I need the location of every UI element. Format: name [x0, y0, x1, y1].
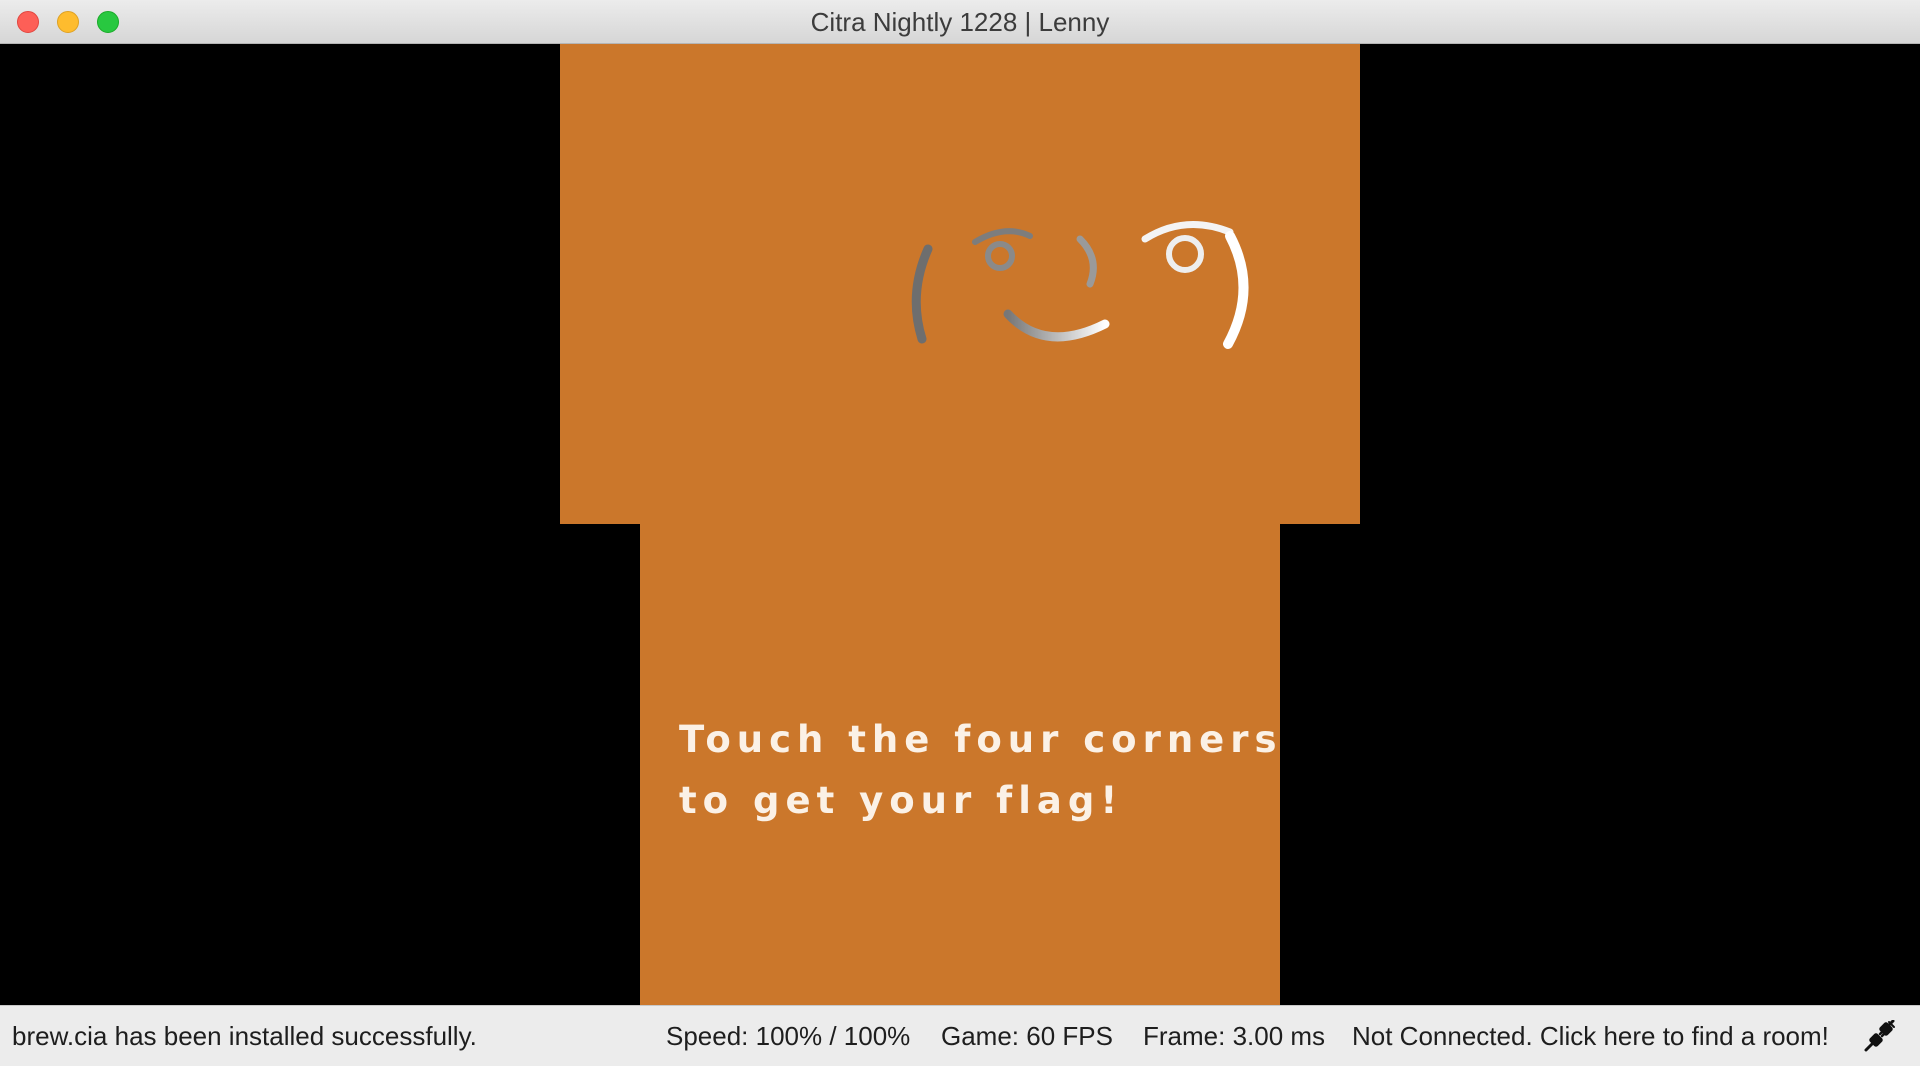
- touch-instructions: Touch the four corners to get your flag!: [679, 709, 1283, 831]
- frame-time: Frame: 3.00 ms: [1143, 1021, 1326, 1051]
- emulation-speed: Speed: 100% / 100%: [666, 1021, 911, 1051]
- lenny-face-image: [911, 220, 1249, 349]
- game-fps: Game: 60 FPS: [941, 1021, 1113, 1051]
- top-screen: [560, 44, 1360, 524]
- window-title: Citra Nightly 1228 | Lenny: [810, 7, 1110, 37]
- instruction-line-1: Touch the four corners: [679, 718, 1283, 761]
- lenny-face-graphic: [890, 214, 1270, 364]
- disconnected-plug-icon[interactable]: [1862, 1019, 1896, 1054]
- status-bar: brew.cia has been installed successfully…: [0, 1005, 1920, 1066]
- title-bar: Citra Nightly 1228 | Lenny: [0, 0, 1920, 44]
- instruction-line-2: to get your flag!: [679, 779, 1124, 822]
- status-message: brew.cia has been installed successfully…: [12, 1021, 477, 1051]
- citra-window: Citra Nightly 1228 | Lenny Touch the fou…: [0, 0, 1920, 1066]
- emulator-viewport: Touch the four corners to get your flag!: [0, 44, 1920, 1005]
- network-status-link[interactable]: Not Connected. Click here to find a room…: [1352, 1006, 1829, 1066]
- bottom-touch-screen[interactable]: Touch the four corners to get your flag!: [640, 524, 1280, 1005]
